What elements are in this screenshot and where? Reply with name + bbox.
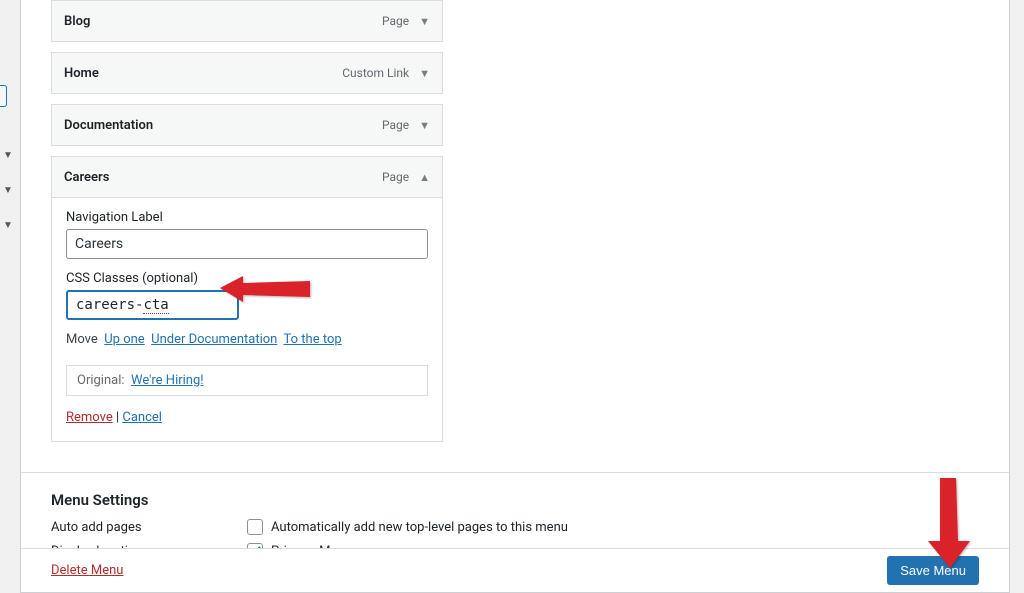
cancel-edit-link[interactable]: Cancel xyxy=(122,410,162,425)
menu-structure: Blog Page ▼ Home Custom Link ▼ Documenta… xyxy=(21,0,1009,473)
auto-add-description: Automatically add new top-level pages to… xyxy=(271,520,568,535)
navigation-label-input[interactable] xyxy=(66,229,428,259)
menu-item-type: Page xyxy=(382,118,409,132)
css-classes-input[interactable]: careers-cta xyxy=(66,290,239,320)
menu-item-type: Custom Link xyxy=(342,66,409,80)
menu-editor-panel: Blog Page ▼ Home Custom Link ▼ Documenta… xyxy=(20,0,1010,593)
original-link-box: Original: We're Hiring! xyxy=(66,365,428,396)
auto-add-pages-label: Auto add pages xyxy=(51,520,247,535)
chevron-down-icon: ▼ xyxy=(3,150,13,161)
menu-item-title: Blog xyxy=(64,14,90,29)
move-to-top-link[interactable]: To the top xyxy=(284,332,342,347)
menu-item-title: Home xyxy=(64,66,99,81)
menu-item-documentation: Documentation Page ▼ xyxy=(51,104,443,146)
original-page-link[interactable]: We're Hiring! xyxy=(131,373,204,388)
chevron-down-icon[interactable]: ▼ xyxy=(419,67,430,80)
sidebar-active-indicator xyxy=(0,85,7,107)
nav-label-heading: Navigation Label xyxy=(66,210,428,225)
menu-item-handle[interactable]: Careers Page ▲ xyxy=(51,156,443,198)
move-under-link[interactable]: Under Documentation xyxy=(151,332,277,347)
menu-item-home: Home Custom Link ▼ xyxy=(51,52,443,94)
move-up-one-link[interactable]: Up one xyxy=(104,332,144,347)
delete-menu-link[interactable]: Delete Menu xyxy=(51,563,123,578)
css-classes-heading: CSS Classes (optional) xyxy=(66,271,428,286)
menu-item-type: Page xyxy=(382,14,409,28)
menu-item-handle[interactable]: Home Custom Link ▼ xyxy=(51,52,443,94)
menu-item-title: Careers xyxy=(64,170,109,185)
chevron-down-icon[interactable]: ▼ xyxy=(419,15,430,28)
menu-item-blog: Blog Page ▼ xyxy=(51,0,443,42)
remove-menu-item-link[interactable]: Remove xyxy=(66,410,113,425)
menu-item-careers: Careers Page ▲ Navigation Label CSS Clas… xyxy=(51,156,443,442)
menu-item-handle[interactable]: Blog Page ▼ xyxy=(51,0,443,42)
action-links-row: Remove | Cancel xyxy=(66,410,428,425)
menu-item-title: Documentation xyxy=(64,118,153,133)
menu-settings-heading: Menu Settings xyxy=(51,491,979,509)
chevron-down-icon: ▼ xyxy=(3,185,13,196)
auto-add-checkbox[interactable] xyxy=(247,519,263,535)
chevron-down-icon: ▼ xyxy=(3,220,13,231)
chevron-down-icon[interactable]: ▼ xyxy=(419,119,430,132)
save-menu-button[interactable]: Save Menu xyxy=(887,556,979,585)
menu-item-type: Page xyxy=(382,170,409,184)
menu-settings-section: Menu Settings Auto add pages Automatical… xyxy=(21,473,1009,559)
chevron-up-icon[interactable]: ▲ xyxy=(419,171,430,184)
admin-sidebar-stub: ▼ ▼ ▼ xyxy=(0,0,20,593)
footer-actions: Delete Menu Save Menu xyxy=(21,548,1009,592)
move-row: Move Up one Under Documentation To the t… xyxy=(66,332,428,347)
menu-item-handle[interactable]: Documentation Page ▼ xyxy=(51,104,443,146)
menu-item-settings: Navigation Label CSS Classes (optional) … xyxy=(51,198,443,442)
